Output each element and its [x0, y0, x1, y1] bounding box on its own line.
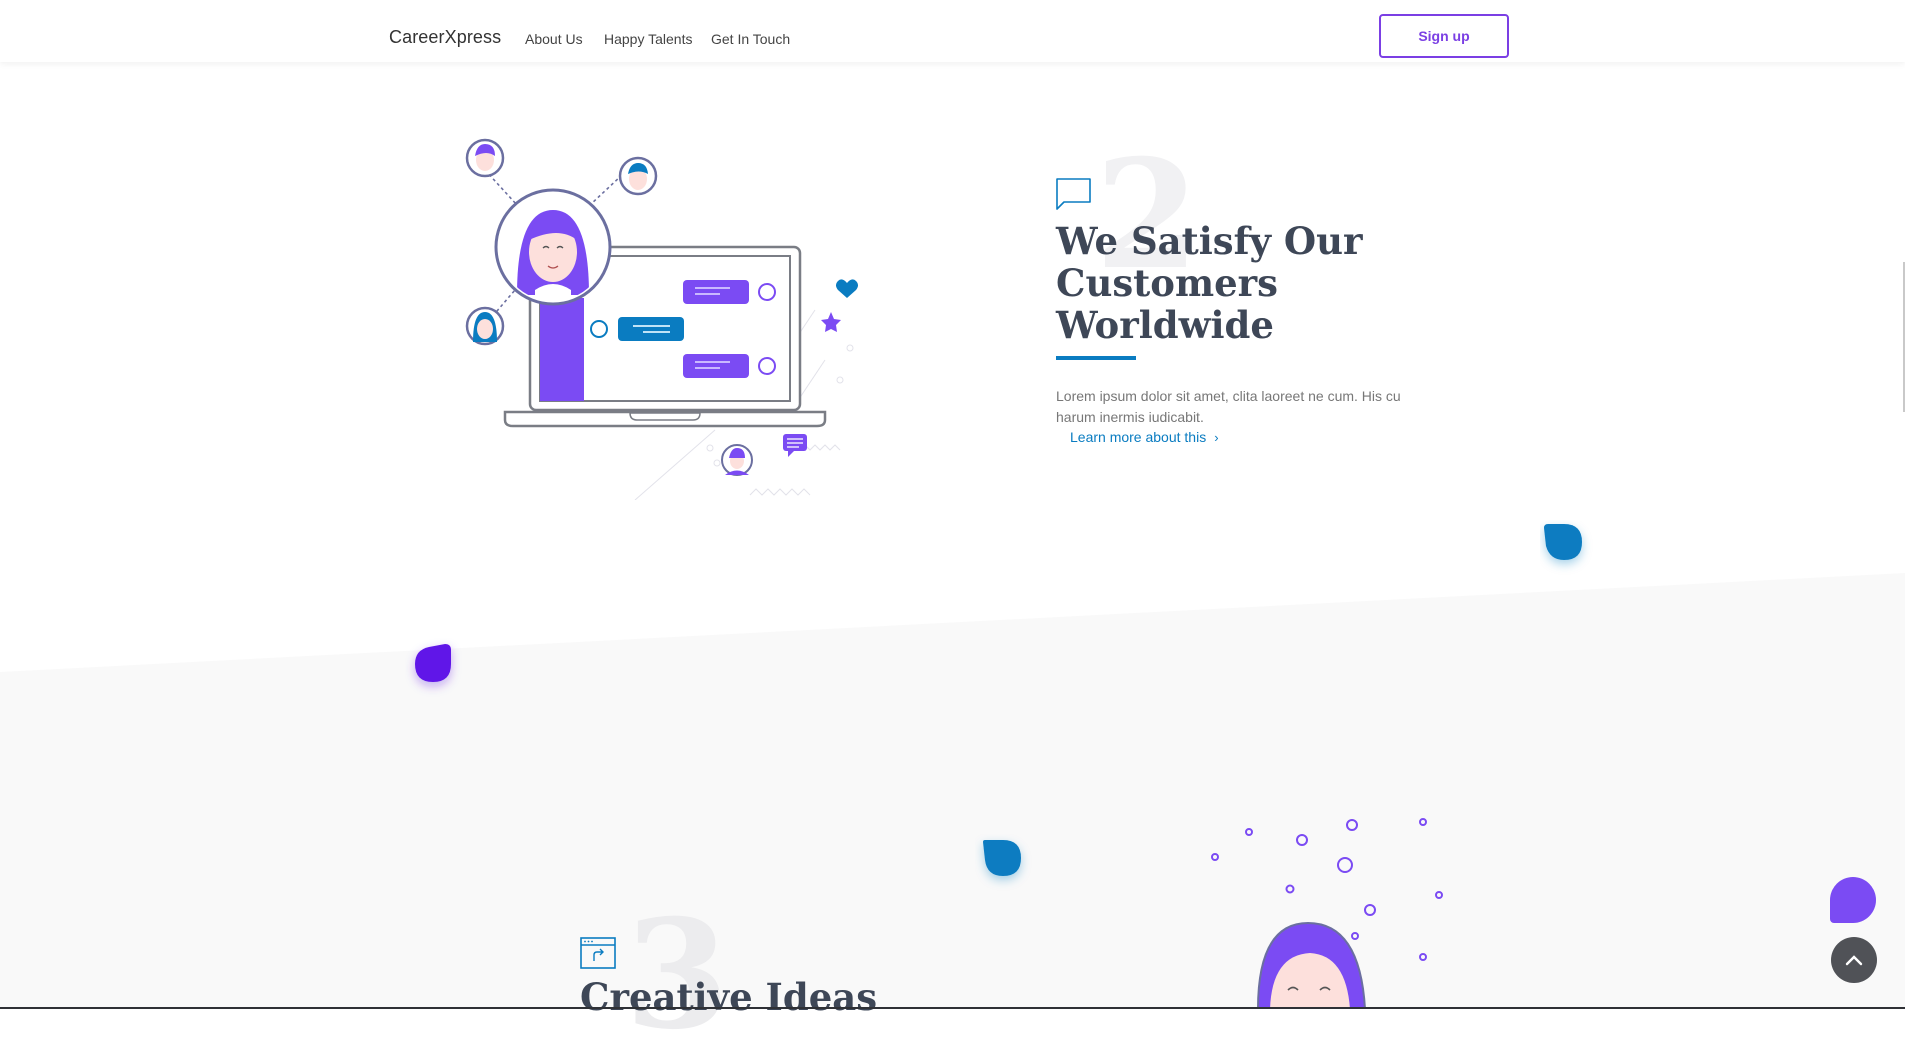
blue-blob-shape [983, 840, 1021, 876]
nav-get-in-touch[interactable]: Get In Touch [711, 31, 790, 47]
customer-support-illustration [465, 138, 858, 500]
learn-more-label: Learn more about this [1070, 429, 1207, 445]
nav-happy-talents[interactable]: Happy Talents [604, 31, 692, 47]
feature-title: Creative Ideas [580, 975, 878, 1019]
signup-button[interactable]: Sign up [1379, 14, 1509, 58]
top-navbar: CareerXpress About Us Happy Talents Get … [0, 0, 1905, 62]
chat-widget-button[interactable] [1830, 877, 1876, 923]
chat-bubble-icon [1056, 178, 1091, 210]
scroll-to-top-button[interactable] [1831, 937, 1877, 983]
blue-blob-shape [1544, 524, 1582, 560]
creative-ideas-illustration [1211, 818, 1443, 1009]
feature-title: We Satisfy Our Customers Worldwide [1056, 219, 1363, 347]
browser-window-icon [580, 937, 616, 969]
brand-logo[interactable]: CareerXpress [389, 27, 501, 48]
chevron-right-icon: › [1214, 430, 1219, 445]
learn-more-link[interactable]: Learn more about this › [1070, 429, 1219, 445]
purple-blob-shape [415, 644, 451, 682]
feature-description: Lorem ipsum dolor sit amet, clita laoree… [1056, 388, 1401, 425]
chevron-up-icon [1845, 955, 1863, 966]
title-underline [1056, 356, 1136, 360]
section-background [0, 573, 1905, 1009]
nav-about-us[interactable]: About Us [525, 31, 583, 47]
